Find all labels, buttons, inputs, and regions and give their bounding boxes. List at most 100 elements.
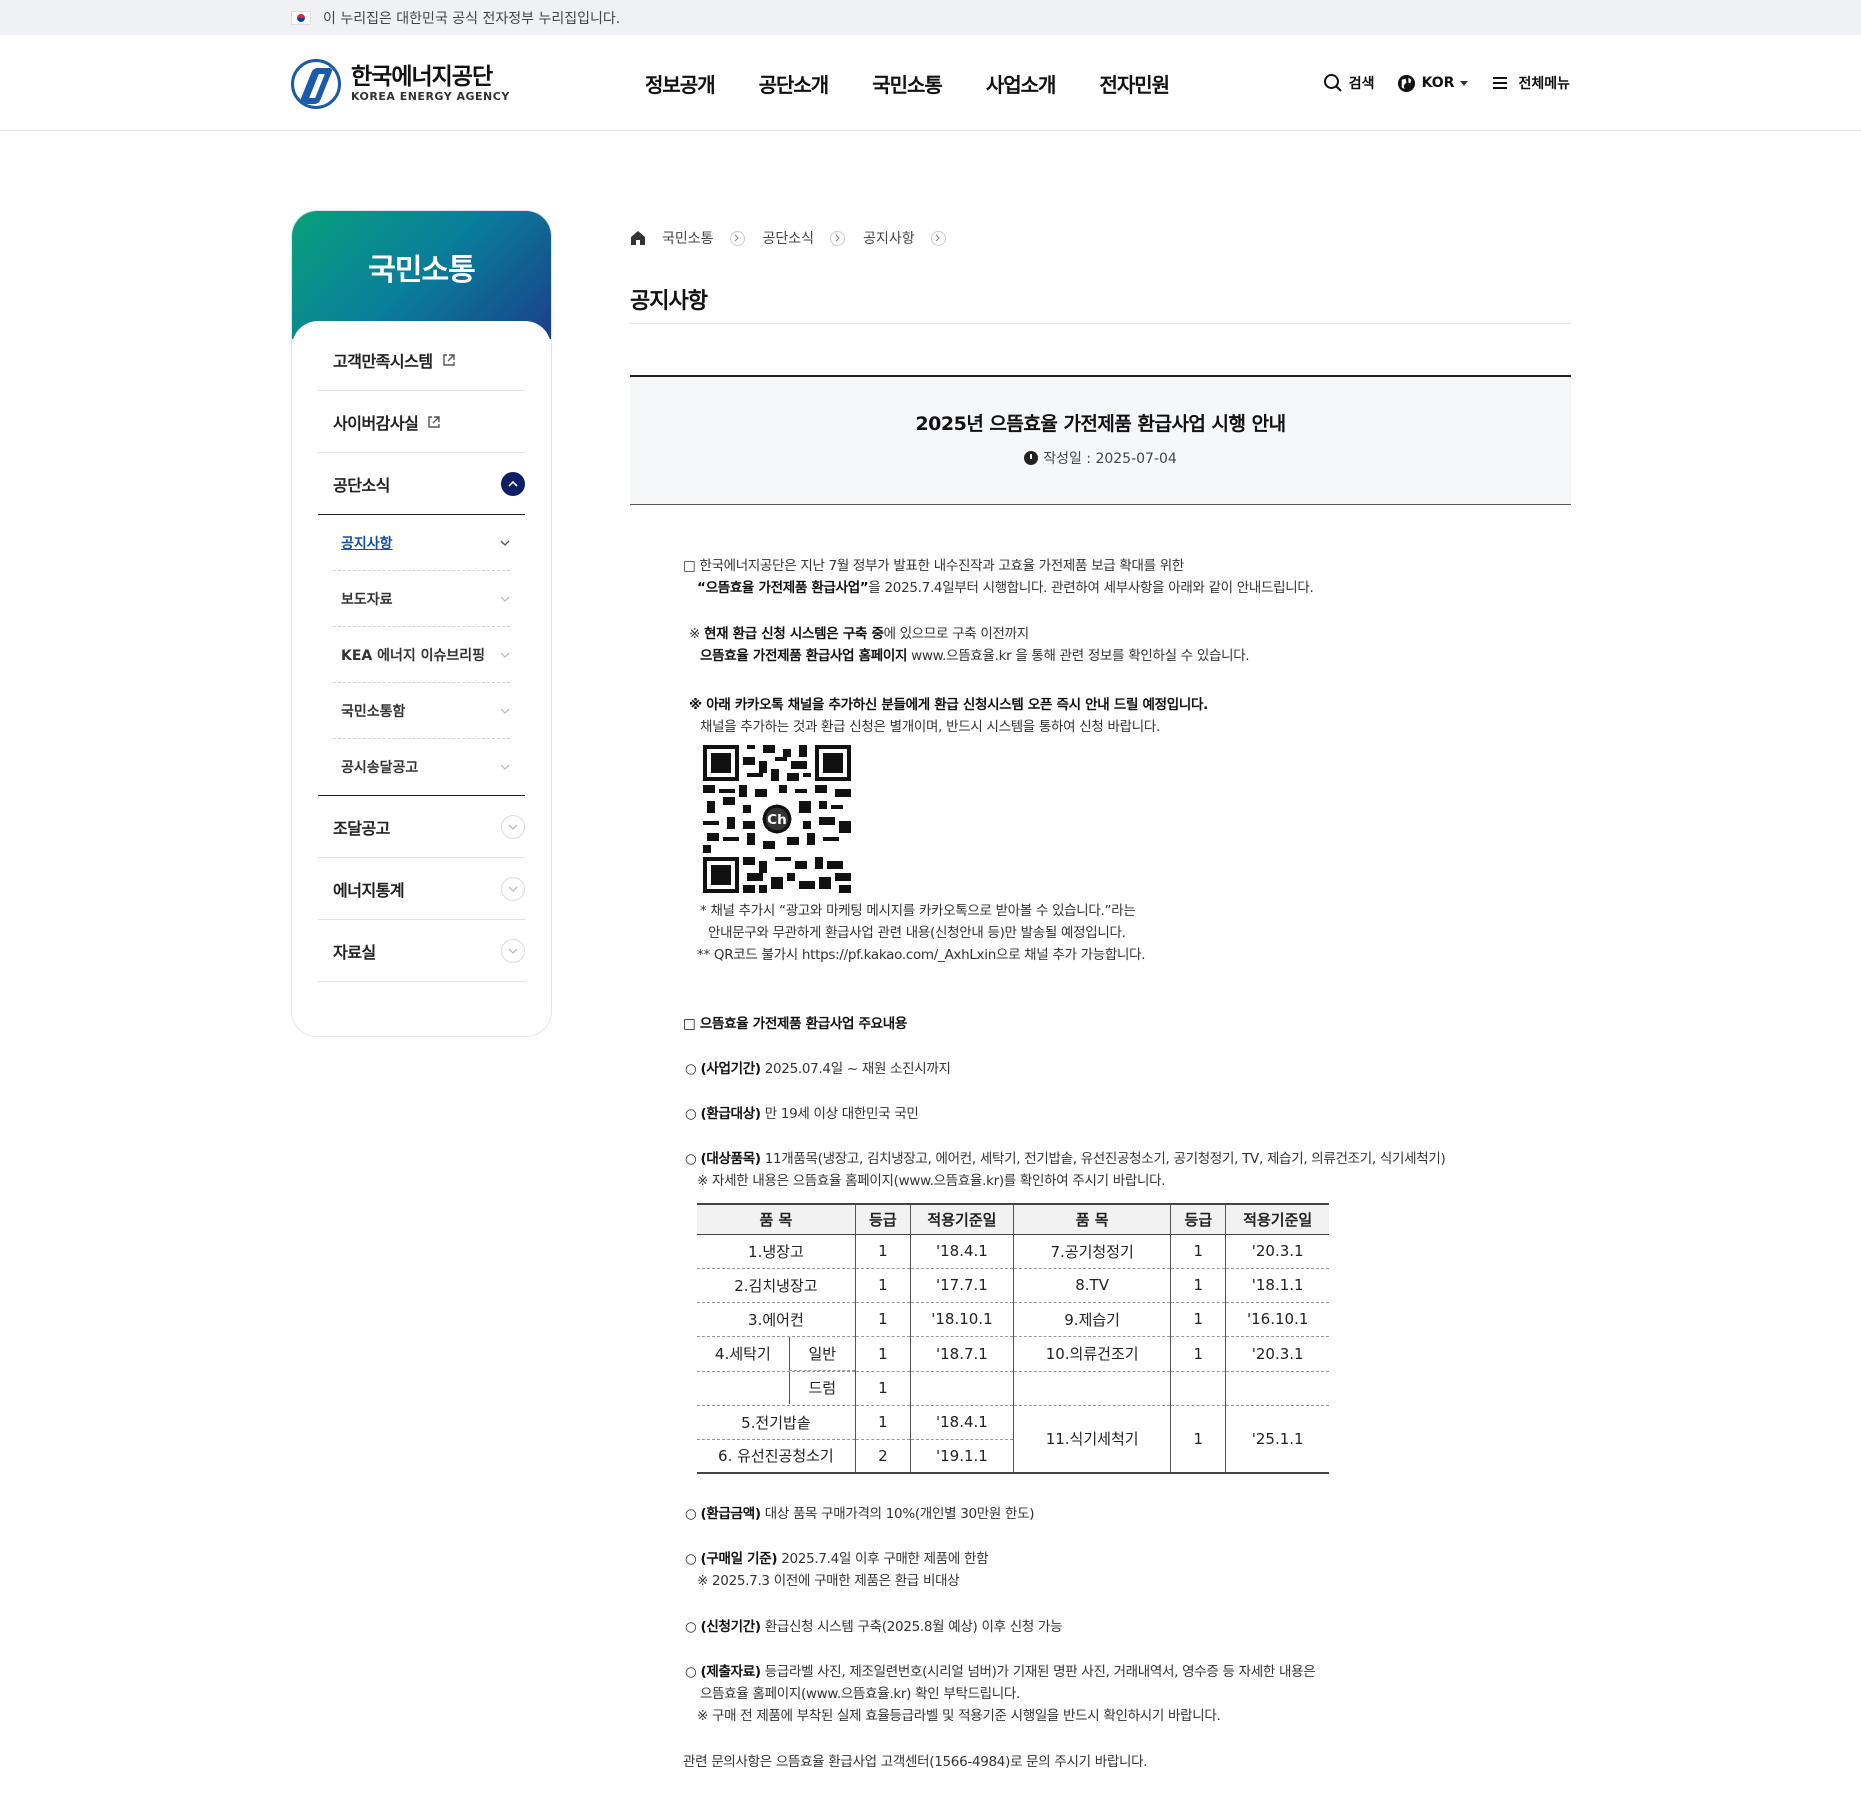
bullet-text: 환급신청 시스템 구축(2025.8월 예상) 이후 신청 가능 — [760, 1619, 1063, 1635]
qr-channel-label: Ch — [767, 812, 787, 828]
nav-communication[interactable]: 국민소통 — [872, 69, 943, 98]
sidebar-item-archive[interactable]: 자료실 — [318, 920, 525, 982]
all-menu-button[interactable]: 전체메뉴 — [1492, 73, 1570, 93]
home-icon[interactable] — [630, 230, 646, 246]
breadcrumb: 국민소통 공단소식 공지사항 — [630, 228, 964, 248]
table-cell: '18.1.1 — [1225, 1268, 1329, 1303]
post-date-text: 작성일 : 2025-07-04 — [1043, 451, 1177, 467]
table-cell: '16.10.1 — [1225, 1302, 1329, 1337]
section-title-text: □ 으뜸효율 가전제품 환급사업 주요내용 — [683, 1016, 907, 1032]
clock-icon — [1024, 451, 1039, 465]
breadcrumb-item[interactable]: 국민소통 — [662, 228, 714, 248]
table-cell: 1 — [854, 1405, 911, 1440]
submenu-item-communication-box[interactable]: 국민소통함 — [333, 683, 510, 739]
kakao-qr-code[interactable]: Ch — [703, 745, 851, 893]
table-cell-text: 4.세탁기 — [715, 1345, 771, 1363]
sidebar-item-energy-stats[interactable]: 에너지통계 — [318, 858, 525, 920]
system-note: ※ 현재 환급 신청 시스템은 구축 중에 있으므로 구축 이전까지 으뜸효율 … — [689, 623, 1250, 667]
table-cell: 9.제습기 — [1012, 1302, 1171, 1337]
table-cell: '18.4.1 — [909, 1234, 1014, 1269]
sidebar-item-news[interactable]: 공단소식 — [318, 453, 525, 515]
qr-notes: * 채널 추가시 “광고와 마케팅 메시지를 카카오톡으로 받아볼 수 있습니다… — [697, 900, 1146, 966]
table-cell: 10.의류건조기 — [1012, 1336, 1171, 1372]
table-row: 1.냉장고 1 '18.4.1 7.공기청정기 1 '20.3.1 — [697, 1234, 1329, 1269]
table-cell: 1 — [854, 1234, 911, 1269]
nav-info[interactable]: 정보공개 — [645, 69, 716, 98]
bullet-key: (제출자료) — [700, 1664, 761, 1680]
intro-line: 을 2025.7.4일부터 시행합니다. 관련하여 세부사항을 아래와 같이 안… — [868, 580, 1314, 596]
submenu-item-label: 국민소통함 — [341, 703, 406, 720]
post-title: 2025년 으뜸효율 가전제품 환급사업 시행 안내 — [915, 413, 1286, 435]
external-link-icon — [428, 415, 441, 428]
chevron-down-icon — [500, 596, 510, 602]
sidebar-item-cyber-audit[interactable]: 사이버감사실 — [318, 391, 525, 453]
language-select[interactable]: KOR — [1397, 74, 1471, 93]
logo-korean: 한국에너지공단 — [351, 64, 493, 90]
chevron-right-icon — [830, 230, 846, 246]
table-cell: 3.에어컨 — [697, 1302, 856, 1337]
sidebar: 국민소통 고객만족시스템 사이버감사실 공단소식 공지사항 보도자료 KEA 에… — [291, 210, 552, 1037]
sidebar-header: 국민소통 — [292, 211, 551, 339]
note-text: 에 있으므로 구축 이전까지 — [883, 626, 1030, 642]
submenu-item-issue-briefing[interactable]: KEA 에너지 이슈브리핑 — [333, 627, 510, 683]
site-logo[interactable]: 한국에너지공단 KOREA ENERGY AGENCY — [291, 59, 510, 109]
sidebar-item-customer-satisfaction[interactable]: 고객만족시스템 — [318, 329, 525, 391]
qr-note-line: ** QR코드 불가시 https://pf.kakao.com/_AxhLxi… — [697, 947, 1146, 963]
table-cell: 6. 유선진공청소기 — [697, 1439, 856, 1474]
submenu-item-public-notice[interactable]: 공시송달공고 — [333, 739, 510, 795]
table-cell-text: 일반 — [788, 1336, 855, 1371]
sidebar-submenu: 공지사항 보도자료 KEA 에너지 이슈브리핑 국민소통함 공시송달공고 — [318, 515, 525, 796]
sidebar-item-procurement[interactable]: 조달공고 — [318, 796, 525, 858]
table-row: 3.에어컨 1 '18.10.1 9.제습기 1 '16.10.1 — [697, 1302, 1329, 1337]
table-cell: 11.식기세척기 — [1012, 1405, 1171, 1474]
sidebar-item-label: 자료실 — [333, 942, 376, 962]
logo-english: KOREA ENERGY AGENCY — [351, 90, 510, 103]
chevron-down-icon — [500, 540, 510, 546]
breadcrumb-item[interactable]: 공단소식 — [763, 228, 815, 248]
nav-civil[interactable]: 전자민원 — [1099, 69, 1170, 98]
table-header: 등급 — [1170, 1203, 1226, 1235]
submenu-item-label: 공시송달공고 — [341, 760, 419, 776]
table-header: 적용기준일 — [909, 1203, 1014, 1235]
table-cell: 1 — [1170, 1234, 1226, 1269]
table-cell — [1170, 1371, 1226, 1406]
submenu-item-press[interactable]: 보도자료 — [333, 571, 510, 627]
breadcrumb-item[interactable]: 공지사항 — [863, 228, 915, 248]
sidebar-item-label: 에너지통계 — [333, 880, 405, 900]
table-row: 2.김치냉장고 1 '17.7.1 8.TV 1 '18.1.1 — [697, 1268, 1329, 1303]
bullet-key: (신청기간) — [700, 1619, 761, 1635]
bullet-text: ※ 구매 전 제품에 부착된 실제 효율등급라벨 및 적용기준 시행일을 반드시… — [697, 1708, 1221, 1724]
bullet-purchase-date: ○ (구매일 기준) 2025.7.4일 이후 구매한 제품에 한함 ※ 202… — [685, 1548, 989, 1592]
table-header: 품 목 — [1012, 1203, 1171, 1235]
globe-icon — [1397, 74, 1415, 92]
gov-banner-text: 이 누리집은 대한민국 공식 전자정부 누리집입니다. — [323, 11, 621, 27]
table-header: 등급 — [854, 1203, 911, 1235]
bullet-period: ○ (사업기간) 2025.07.4일 ~ 재원 소진시까지 — [685, 1061, 951, 1077]
bullet-documents: ○ (제출자료) 등급라벨 사진, 제조일련번호(시리얼 넘버)가 기재된 명판… — [685, 1661, 1316, 1727]
chevron-right-icon — [930, 230, 946, 246]
bullet-text: 11개품목(냉장고, 김치냉장고, 에어컨, 세탁기, 전기밥솥, 유선진공청소… — [760, 1151, 1446, 1167]
bullet-text: 대상 품목 구매가격의 10%(개인별 30만원 한도) — [760, 1506, 1035, 1522]
nav-business[interactable]: 사업소개 — [986, 69, 1057, 98]
intro-bold: “으뜸효율 가전제품 환급사업” — [697, 580, 869, 596]
table-cell-text: 드럼 — [788, 1372, 855, 1404]
nav-about[interactable]: 공단소개 — [759, 69, 830, 98]
search-button[interactable]: 검색 — [1323, 73, 1375, 93]
kea-logo-icon — [291, 59, 341, 109]
korea-flag-icon — [291, 11, 311, 25]
table-header-row: 품 목 등급 적용기준일 품 목 등급 적용기준일 — [697, 1203, 1329, 1235]
section-title: □ 으뜸효율 가전제품 환급사업 주요내용 — [683, 1013, 907, 1035]
contact-footer: 관련 문의사항은 으뜸효율 환급사업 고객센터(1566-4984)로 문의 주… — [683, 1754, 1148, 1770]
bullet-key: (사업기간) — [700, 1061, 761, 1077]
submenu-item-notice[interactable]: 공지사항 — [333, 515, 510, 571]
caret-down-icon — [1460, 81, 1469, 86]
table-cell — [1012, 1371, 1171, 1406]
qr-note-line: * 채널 추가시 “광고와 마케팅 메시지를 카카오톡으로 받아볼 수 있습니다… — [700, 903, 1136, 919]
table-cell — [1225, 1371, 1329, 1406]
search-icon — [1323, 74, 1342, 92]
bullet-target: ○ (환급대상) 만 19세 이상 대한민국 국민 — [685, 1106, 919, 1122]
table-cell: 7.공기청정기 — [1012, 1234, 1171, 1269]
bullet-key: (환급대상) — [700, 1106, 761, 1122]
table-cell: '19.1.1 — [909, 1439, 1014, 1474]
bullet-text: 2025.07.4일 ~ 재원 소진시까지 — [760, 1061, 951, 1077]
